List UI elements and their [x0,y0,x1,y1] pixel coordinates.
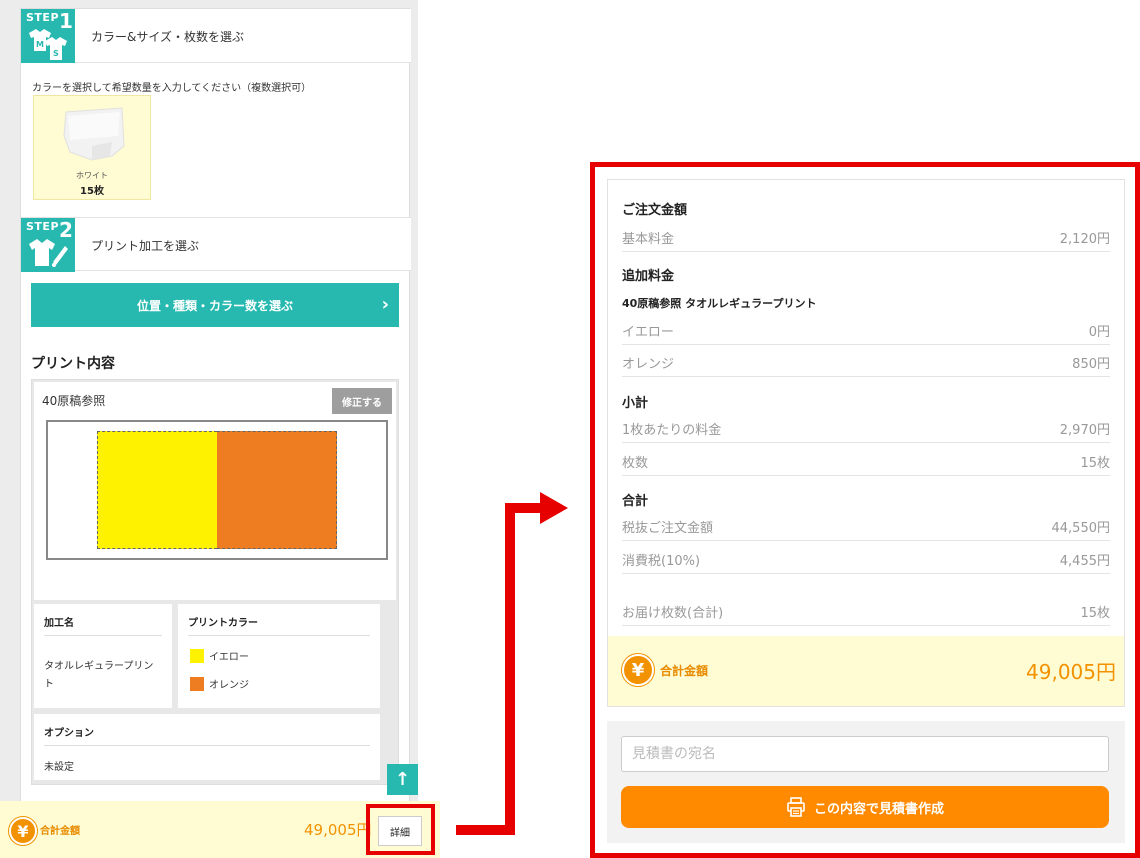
print-color-card: プリントカラー イエロー オレンジ [178,604,380,708]
step1-title: カラー&サイズ・枚数を選ぶ [91,30,244,44]
base-fee-value: 2,120円 [1059,232,1110,247]
yellow-swatch [190,648,204,663]
swatch-quantity: 15枚 [80,186,104,197]
print-color-name: イエロー [209,652,249,663]
pretax-value: 44,550円 [1051,521,1111,536]
option-value: 未設定 [44,762,74,773]
choose-print-button-label: 位置・種類・カラー数を選ぶ [136,298,293,313]
choose-print-button[interactable]: 位置・種類・カラー数を選ぶ › [31,283,399,327]
mobile-order-panel: STEP 1 M S カラー&サイズ・枚数を選ぶ カラーを選択して希望数量を入力… [0,0,418,858]
tshirt-size-icon: M S [29,29,67,60]
svg-text:M: M [36,40,44,49]
price-detail-panel: ご注文金額 基本料金 2,120円 追加料金 40原稿参照 タオルレギュラープリ… [590,162,1140,858]
create-quote-button[interactable]: この内容で見積書作成 [621,786,1109,828]
detail-button-highlight [366,804,435,855]
per-unit-value: 2,970円 [1059,423,1110,438]
pretax-row: 税抜ご注文金額 44,550円 [622,511,1110,541]
grand-total-label: 合計金額 [660,664,709,678]
subtotal-title: 小計 [622,396,649,411]
print-color-orange: オレンジ [190,676,249,691]
yen-icon: ¥ [9,817,37,845]
print-content-heading: プリント内容 [31,356,115,372]
step2-title: プリント加工を選ぶ [91,239,200,253]
yen-icon: ¥ [622,654,654,686]
arrow-up-icon: ↑ [394,769,411,790]
grand-total-bar: ¥ 合計金額 49,005円 [608,636,1124,706]
print-color-yellow: イエロー [190,648,249,663]
print-position-label: 40原稿参照 [42,394,106,408]
grand-total-value: 49,005円 [1026,660,1116,684]
process-name-value: タオルレギュラープリント [44,661,154,690]
scroll-to-top-button[interactable]: ↑ [387,764,418,795]
yellow-fee-row: イエロー 0円 [622,315,1110,345]
tax-row: 消費税(10%) 4,455円 [622,544,1110,574]
process-name-header: 加工名 [44,614,162,636]
base-fee-row: 基本料金 2,120円 [622,222,1110,252]
chevron-right-icon: › [381,294,389,315]
orange-fee-label: オレンジ [622,357,675,372]
print-content-box: 40原稿参照 修正する 加工名 タオルレギュラープリント プリントカラー イエロ… [31,379,399,785]
additional-item-title: 40原稿参照 タオルレギュラープリント [622,297,817,310]
additional-fee-title: 追加料金 [622,269,675,284]
create-quote-button-label: この内容で見積書作成 [813,801,944,817]
preview-orange-area [217,431,337,549]
delivery-count-row: お届け枚数(合計) 15枚 [622,596,1110,626]
tax-value: 4,455円 [1059,554,1110,569]
print-color-header: プリントカラー [188,614,370,636]
total-amount: 49,005円 [304,821,372,839]
print-color-name: オレンジ [209,680,249,691]
print-preview-area: 40原稿参照 修正する [34,382,396,600]
order-amount-title: ご注文金額 [622,203,688,218]
per-unit-label: 1枚あたりの料金 [622,423,722,438]
process-name-card: 加工名 タオルレギュラープリント [34,604,172,708]
step1-badge-label: STEP [26,11,60,24]
step1-badge: STEP 1 M S [21,9,75,63]
delivery-count-label: お届け枚数(合計) [622,606,724,621]
tshirt-print-icon [29,239,68,267]
edit-print-button[interactable]: 修正する [332,388,392,414]
step1-header: STEP 1 M S カラー&サイズ・枚数を選ぶ [21,9,411,63]
delivery-count-value: 15枚 [1080,606,1110,621]
option-card: オプション 未設定 [34,714,380,780]
option-header: オプション [44,724,370,746]
yellow-fee-value: 0円 [1088,325,1110,340]
swatch-color-name: ホワイト [76,171,108,180]
total-section-title: 合計 [622,494,649,509]
pretax-label: 税抜ご注文金額 [622,521,714,536]
quantity-label: 枚数 [622,456,649,471]
color-instruction: カラーを選択して希望数量を入力してください（複数選択可） [32,83,312,94]
tax-label: 消費税(10%) [622,554,701,569]
color-swatch-white[interactable]: ホワイト 15枚 [33,95,151,200]
orange-swatch [190,676,204,691]
orange-fee-row: オレンジ 850円 [622,347,1110,377]
per-unit-row: 1枚あたりの料金 2,970円 [622,413,1110,443]
towel-image [63,107,125,161]
svg-text:S: S [53,49,59,58]
yellow-fee-label: イエロー [622,325,674,340]
base-fee-label: 基本料金 [622,232,675,247]
quote-recipient-input[interactable] [621,736,1109,772]
orange-fee-value: 850円 [1072,357,1110,372]
total-label: 合計金額 [40,826,80,837]
step2-badge: STEP 2 [21,218,75,272]
quantity-row: 枚数 15枚 [622,446,1110,476]
quote-card: この内容で見積書作成 [607,721,1125,843]
step2-badge-label: STEP [26,220,60,233]
print-preview [46,420,388,560]
printer-icon [787,797,805,817]
order-form: STEP 1 M S カラー&サイズ・枚数を選ぶ カラーを選択して希望数量を入力… [20,8,411,808]
step2-header: STEP 2 プリント加工を選ぶ [21,217,411,272]
quantity-value: 15枚 [1080,456,1110,471]
preview-yellow-area [97,431,217,549]
order-summary-card: ご注文金額 基本料金 2,120円 追加料金 40原稿参照 タオルレギュラープリ… [607,179,1125,707]
connector-arrow [456,492,568,835]
